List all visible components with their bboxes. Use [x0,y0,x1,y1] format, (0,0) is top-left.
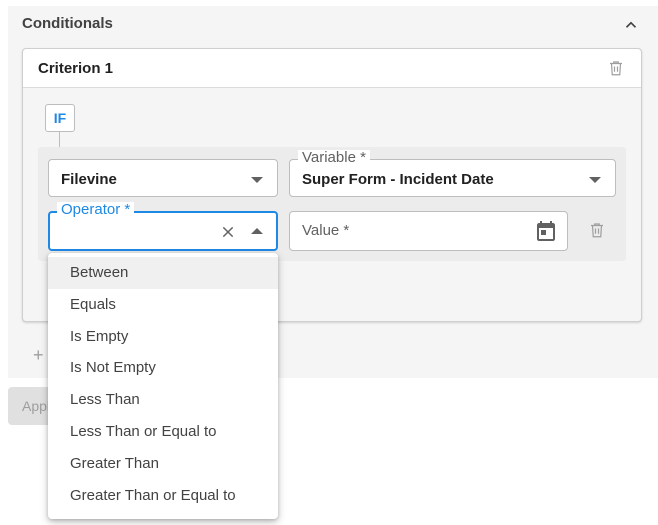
menu-item-equals[interactable]: Equals [48,289,278,321]
operator-select[interactable]: Operator * [48,202,278,251]
chevron-up-icon[interactable] [622,16,640,34]
panel-title: Conditionals [22,15,113,32]
criterion-header: Criterion 1 [23,49,641,88]
variable-label: Variable * [298,150,370,166]
if-connector [59,131,60,147]
plus-icon[interactable]: + [33,345,44,366]
if-badge: IF [45,104,75,132]
operator-dropdown-menu: Between Equals Is Empty Is Not Empty Les… [48,253,278,519]
trash-icon[interactable] [607,59,625,77]
menu-item-less-than-or-equal[interactable]: Less Than or Equal to [48,416,278,448]
close-icon[interactable] [220,224,236,240]
menu-item-between[interactable]: Between [48,257,278,289]
variable-select[interactable]: Variable * Super Form - Incident Date [289,150,616,197]
chevron-down-icon [589,177,601,183]
menu-item-greater-than[interactable]: Greater Than [48,448,278,480]
operator-label: Operator * [57,202,135,218]
condition-row: Filevine Variable * Super Form - Inciden… [38,147,626,261]
menu-item-is-empty[interactable]: Is Empty [48,321,278,353]
menu-item-less-than[interactable]: Less Than [48,384,278,416]
trash-icon[interactable] [588,221,606,239]
variable-select-value: Super Form - Incident Date [302,171,494,188]
menu-item-greater-than-or-equal[interactable]: Greater Than or Equal to [48,480,278,512]
value-placeholder: Value * [302,222,350,239]
criterion-title: Criterion 1 [38,60,114,77]
menu-item-is-not-empty[interactable]: Is Not Empty [48,352,278,384]
source-select[interactable]: Filevine [48,159,278,197]
source-select-value: Filevine [61,171,117,188]
calendar-icon[interactable] [534,219,558,243]
chevron-down-icon [251,177,263,183]
chevron-up-icon[interactable] [251,228,263,234]
value-input[interactable]: Value * [289,211,568,251]
